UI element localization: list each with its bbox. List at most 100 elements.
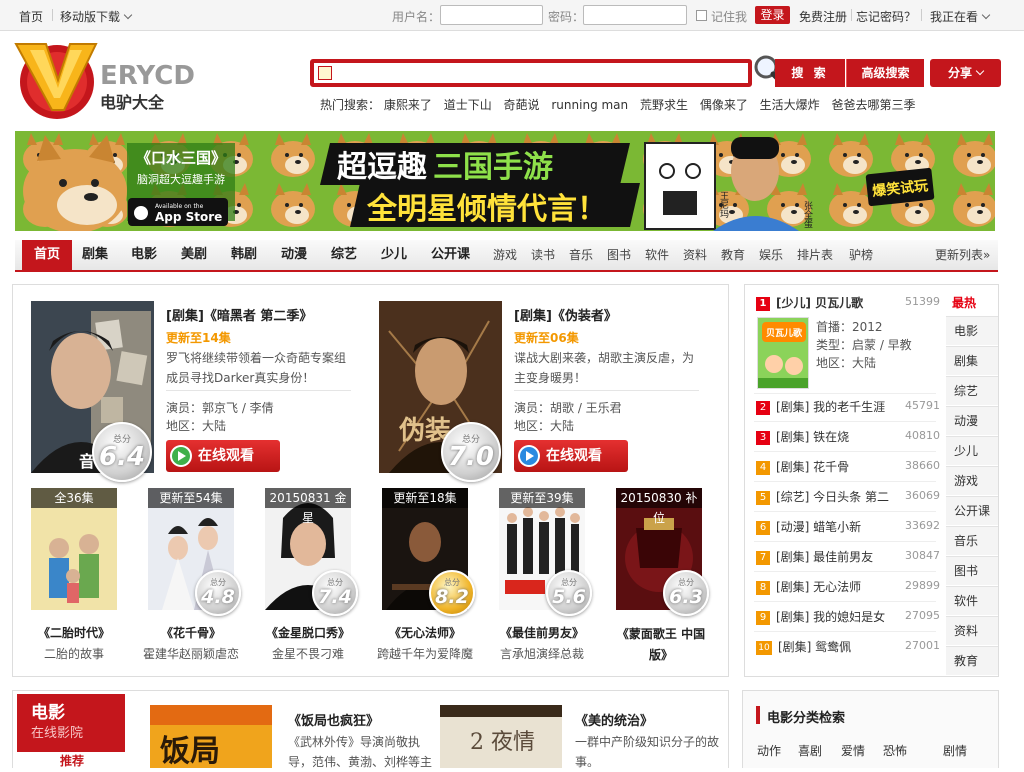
nav-item-books[interactable]: 图书 — [607, 240, 631, 270]
nav-item-kids[interactable]: 少儿 — [381, 240, 407, 270]
nav-item-software[interactable]: 软件 — [645, 240, 669, 270]
genre-link[interactable]: 恐怖 — [883, 742, 907, 759]
thumb-title[interactable]: 《金星脱口秀》 — [258, 624, 358, 641]
movie-title[interactable]: 《美的统治》 — [575, 710, 653, 729]
movie-poster[interactable]: 饭局 — [150, 705, 272, 768]
category-tab-education[interactable]: 教育 — [946, 646, 998, 675]
thumb-title[interactable]: 《花千骨》 — [141, 624, 241, 641]
thumb-title[interactable]: 《无心法师》 — [375, 624, 475, 641]
search-input[interactable] — [336, 63, 746, 83]
hot-search-item[interactable]: 偶像来了 — [700, 98, 748, 112]
movie-poster[interactable]: 2 夜情 — [440, 705, 562, 768]
category-tab-kids[interactable]: 少儿 — [946, 436, 998, 465]
nav-item-variety[interactable]: 综艺 — [331, 240, 357, 270]
ad-banner[interactable]: 《口水三国》 脑洞超大逗趣手游 Available on the App Sto… — [15, 131, 995, 231]
rank-count: 27001 — [905, 639, 940, 652]
nav-item-entertainment[interactable]: 娱乐 — [759, 240, 783, 270]
nav-item-education[interactable]: 教育 — [721, 240, 745, 270]
advanced-search-button[interactable]: 高级搜索 — [846, 59, 924, 87]
thumb-title[interactable]: 《二胎时代》 — [24, 624, 124, 641]
nav-item-us-drama[interactable]: 美剧 — [181, 240, 207, 270]
rank-count: 40810 — [905, 429, 940, 442]
recommend-tab[interactable]: 推荐 — [36, 752, 108, 768]
rank-number: 7 — [756, 550, 770, 565]
category-tab-games[interactable]: 游戏 — [946, 466, 998, 495]
category-tab-materials[interactable]: 资料 — [946, 616, 998, 645]
rank-title: [少儿] 贝瓦儿歌 — [776, 296, 864, 310]
site-logo[interactable]: ERYCD 电驴大全 — [10, 40, 232, 120]
hot-search-item[interactable]: 康熙来了 — [384, 98, 432, 112]
movie-title[interactable]: 《饭局也疯狂》 — [288, 710, 379, 729]
nav-item-korean-drama[interactable]: 韩剧 — [231, 240, 257, 270]
divider — [754, 481, 936, 482]
watch-online-button[interactable]: 在线观看 — [514, 440, 628, 472]
genre-link[interactable]: 喜剧 — [798, 742, 822, 759]
tv-play-icon — [518, 445, 540, 467]
category-tab-books[interactable]: 图书 — [946, 556, 998, 585]
nav-item-movie[interactable]: 电影 — [131, 240, 157, 270]
category-tab-open-course[interactable]: 公开课 — [946, 496, 998, 525]
genre-link[interactable]: 爱情 — [841, 742, 865, 759]
divider — [921, 9, 922, 21]
hot-search-label: 热门搜索： — [320, 98, 381, 112]
category-tab-movie[interactable]: 电影 — [946, 316, 998, 345]
rank-title: [综艺] 今日头条 第二 — [776, 490, 889, 504]
forgot-password-link[interactable]: 忘记密码？ — [856, 8, 916, 25]
chevron-down-icon — [981, 10, 991, 20]
rank-number: 9 — [756, 610, 770, 625]
mobile-download-link[interactable]: 移动版下载 — [60, 8, 133, 25]
rank-info-type: 类型：启蒙 / 早教 — [816, 338, 912, 352]
genre-link[interactable]: 剧情 — [943, 742, 967, 759]
nav-item-reading[interactable]: 读书 — [531, 240, 555, 270]
login-button[interactable]: 登录 — [755, 6, 790, 24]
episode-tag: 20150831 金星 — [265, 488, 351, 525]
hot-search-item[interactable]: 道士下山 — [444, 98, 492, 112]
rank-count: 38660 — [905, 459, 940, 472]
thumb-title[interactable]: 《蒙面歌王 中国版》 — [613, 624, 709, 666]
nav-item-materials[interactable]: 资料 — [683, 240, 707, 270]
svg-text:脑洞超大逗趣手游: 脑洞超大逗趣手游 — [137, 172, 225, 186]
search-button[interactable]: 搜 索 — [775, 59, 845, 87]
hot-search-item[interactable]: 荒野求生 — [640, 98, 688, 112]
genre-link[interactable]: 动作 — [757, 742, 781, 759]
thumb-poster[interactable]: 全36集 — [31, 488, 117, 610]
watching-menu[interactable]: 我正在看 — [930, 8, 991, 25]
hot-search-item[interactable]: running man — [551, 98, 628, 112]
score-badge: 总分 8.2 — [429, 570, 475, 616]
update-list-link[interactable]: 更新列表» — [935, 240, 990, 270]
category-tab-anime[interactable]: 动漫 — [946, 406, 998, 435]
poster-art: 2 夜情 — [440, 705, 562, 768]
nav-item-rankings[interactable]: 驴榜 — [849, 240, 873, 270]
thumb-title[interactable]: 《最佳前男友》 — [492, 624, 592, 641]
password-input[interactable] — [583, 5, 687, 25]
nav-item-open-course[interactable]: 公开课 — [431, 240, 470, 270]
nav-item-home[interactable]: 首页 — [22, 240, 72, 270]
remember-checkbox[interactable] — [696, 10, 707, 21]
nav-item-anime[interactable]: 动漫 — [281, 240, 307, 270]
share-button[interactable]: 分享 — [930, 59, 1001, 87]
rank-thumb[interactable]: 贝瓦儿歌 — [757, 317, 809, 389]
category-tab-music[interactable]: 音乐 — [946, 526, 998, 555]
register-link[interactable]: 免费注册 — [799, 8, 847, 25]
home-link[interactable]: 首页 — [19, 8, 43, 25]
featured-title[interactable]: [剧集]《暗黑者 第二季》 — [166, 305, 312, 324]
search-source-icon[interactable] — [318, 66, 332, 80]
username-input[interactable] — [440, 5, 543, 25]
nav-item-series[interactable]: 剧集 — [82, 240, 108, 270]
section-marker — [756, 706, 760, 724]
category-tab-software[interactable]: 软件 — [946, 586, 998, 615]
rank-count: 45791 — [905, 399, 940, 412]
movie-section-tag[interactable]: 电影 在线影院 — [17, 694, 125, 752]
nav-item-music[interactable]: 音乐 — [569, 240, 593, 270]
hottest-tab[interactable]: 最热 — [952, 294, 976, 311]
nav-item-games[interactable]: 游戏 — [493, 240, 517, 270]
nav-item-schedule[interactable]: 排片表 — [797, 240, 833, 270]
hot-search-item[interactable]: 奇葩说 — [504, 98, 540, 112]
category-tab-series[interactable]: 剧集 — [946, 346, 998, 375]
watch-online-button[interactable]: 在线观看 — [166, 440, 280, 472]
hot-search-item[interactable]: 生活大爆炸 — [760, 98, 820, 112]
category-tab-variety[interactable]: 综艺 — [946, 376, 998, 405]
featured-title[interactable]: [剧集]《伪装者》 — [514, 305, 617, 324]
filter-title: 电影分类检索 — [767, 711, 846, 726]
hot-search-item[interactable]: 爸爸去哪第三季 — [832, 98, 916, 112]
